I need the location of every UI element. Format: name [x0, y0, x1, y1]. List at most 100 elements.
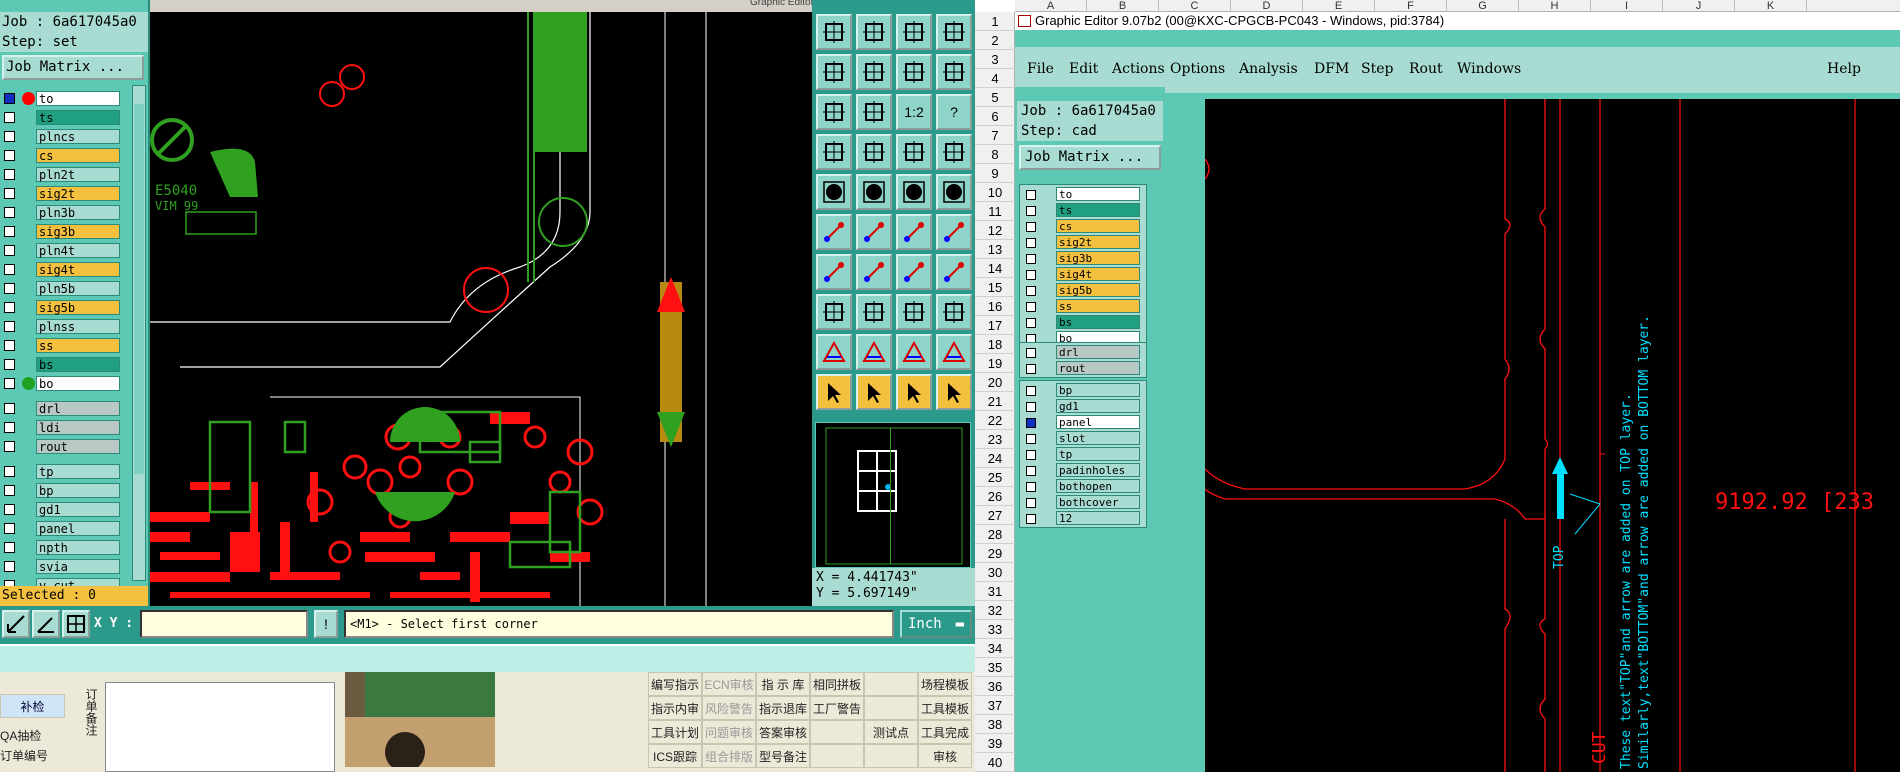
function-button[interactable]: 指示内审	[648, 696, 702, 720]
tool-net2-button[interactable]	[936, 134, 972, 170]
function-button[interactable]: 指示退库	[756, 696, 810, 720]
layer-checkbox[interactable]	[4, 226, 15, 237]
tool-select3-button[interactable]	[896, 374, 932, 410]
layer-row-pln2t[interactable]: pln2t	[2, 166, 120, 183]
layer-checkbox[interactable]	[4, 378, 15, 389]
row-header[interactable]: 25	[975, 468, 1015, 487]
recheck-button[interactable]: 补检	[0, 694, 65, 718]
tool-link-button[interactable]	[896, 214, 932, 250]
right-layer-row-12[interactable]: 12	[1022, 511, 1144, 526]
tool-select4-button[interactable]	[936, 374, 972, 410]
layer-checkbox[interactable]	[1026, 418, 1036, 428]
function-button[interactable]: 工具计划	[648, 720, 702, 744]
tool-move-to-button[interactable]	[856, 14, 892, 50]
tool-rotate-button[interactable]	[816, 134, 852, 170]
function-button[interactable]: 问题审核	[702, 720, 756, 744]
tool-slash-button[interactable]	[856, 254, 892, 290]
layer-checkbox[interactable]	[1026, 498, 1036, 508]
layer-checkbox[interactable]	[4, 112, 15, 123]
layer-checkbox[interactable]	[4, 169, 15, 180]
row-header[interactable]: 30	[975, 563, 1015, 582]
layer-checkbox[interactable]	[4, 150, 15, 161]
layer-checkbox[interactable]	[4, 359, 15, 370]
function-button[interactable]: 相同拼板	[810, 672, 864, 696]
layer-row-bp[interactable]: bp	[2, 482, 120, 499]
tool-undo-button[interactable]	[896, 254, 932, 290]
function-button[interactable]: 工厂警告	[810, 696, 864, 720]
row-header[interactable]: 35	[975, 658, 1015, 677]
tool-pad2-button[interactable]	[816, 294, 852, 330]
layer-row-sig2t[interactable]: sig2t	[2, 185, 120, 202]
layer-row-pln5b[interactable]: pln5b	[2, 280, 120, 297]
function-button[interactable]: 型号备注	[756, 744, 810, 768]
right-graphics-canvas[interactable]: TOP These text"TOP"and arrow are added o…	[1205, 99, 1900, 772]
layer-checkbox[interactable]	[4, 188, 15, 199]
menu-windows[interactable]: Windows	[1457, 61, 1521, 77]
right-layer-row-cs[interactable]: cs	[1022, 219, 1144, 234]
row-header[interactable]: 11	[975, 202, 1015, 221]
row-header[interactable]: 4	[975, 69, 1015, 88]
right-layer-row-bs[interactable]: bs	[1022, 315, 1144, 330]
row-header[interactable]: 5	[975, 88, 1015, 107]
row-header[interactable]: 31	[975, 582, 1015, 601]
right-layer-row-gd1[interactable]: gd1	[1022, 399, 1144, 414]
tool-move-button[interactable]	[816, 14, 852, 50]
function-button[interactable]: 测试点	[864, 720, 918, 744]
tool-tri3-button[interactable]	[896, 334, 932, 370]
tool-line-button[interactable]	[816, 254, 852, 290]
right-layer-row-bothcover[interactable]: bothcover	[1022, 495, 1144, 510]
layer-row-pln3b[interactable]: pln3b	[2, 204, 120, 221]
tool-ff-button[interactable]	[936, 254, 972, 290]
row-header[interactable]: 15	[975, 278, 1015, 297]
layer-checkbox[interactable]	[4, 131, 15, 142]
row-header[interactable]: 27	[975, 506, 1015, 525]
row-header[interactable]: 33	[975, 620, 1015, 639]
menu-actions[interactable]: Actions	[1112, 61, 1165, 77]
function-button[interactable]: 审核Nope	[918, 744, 972, 768]
layer-row-panel[interactable]: panel	[2, 520, 120, 537]
layer-checkbox[interactable]	[1026, 318, 1036, 328]
layer-row-ts[interactable]: ts	[2, 109, 120, 126]
menu-file[interactable]: File	[1027, 61, 1054, 77]
layer-row-pln4t[interactable]: pln4t	[2, 242, 120, 259]
function-button[interactable]: 答案审核	[756, 720, 810, 744]
row-header[interactable]: 29	[975, 544, 1015, 563]
right-job-matrix-button[interactable]: Job Matrix ...	[1019, 145, 1161, 170]
layer-checkbox[interactable]	[4, 485, 15, 496]
layer-row-cs[interactable]: cs	[2, 147, 120, 164]
function-button[interactable]: 风险警告	[702, 696, 756, 720]
layer-row-sig5b[interactable]: sig5b	[2, 299, 120, 316]
column-header[interactable]: I	[1591, 0, 1663, 12]
layer-row-drl[interactable]: drl	[2, 400, 120, 417]
row-header[interactable]: 7	[975, 126, 1015, 145]
row-header[interactable]: 38	[975, 715, 1015, 734]
layer-checkbox[interactable]	[4, 403, 15, 414]
right-layer-row-padinholes[interactable]: padinholes	[1022, 463, 1144, 478]
layer-checkbox[interactable]	[4, 264, 15, 275]
order-note-textarea[interactable]	[105, 682, 335, 772]
menu-step[interactable]: Step	[1361, 61, 1393, 77]
right-layer-row-to[interactable]: to	[1022, 187, 1144, 202]
tool-house-button[interactable]	[896, 14, 932, 50]
tool-scale-button[interactable]: 1:2	[896, 94, 932, 130]
tool-flip2-button[interactable]	[856, 54, 892, 90]
tool-step-button[interactable]	[936, 54, 972, 90]
tool-select2-button[interactable]	[856, 374, 892, 410]
layer-checkbox[interactable]	[4, 542, 15, 553]
info-button[interactable]: !	[314, 610, 338, 638]
row-header[interactable]: 8	[975, 145, 1015, 164]
layer-row-svia[interactable]: svia	[2, 558, 120, 575]
column-header[interactable]: H	[1519, 0, 1591, 12]
menu-rout[interactable]: Rout	[1409, 61, 1443, 77]
layer-checkbox[interactable]	[4, 302, 15, 313]
layer-row-plncs[interactable]: plncs	[2, 128, 120, 145]
layer-checkbox[interactable]	[1026, 254, 1036, 264]
tool-pad-button[interactable]	[816, 174, 852, 210]
layer-row-gd1[interactable]: gd1	[2, 501, 120, 518]
left-graphics-canvas[interactable]: E5040 VIM 99	[150, 12, 812, 608]
column-header[interactable]: C	[1159, 0, 1231, 12]
function-button[interactable]: 编写指示	[648, 672, 702, 696]
layer-row-sig3b[interactable]: sig3b	[2, 223, 120, 240]
column-header[interactable]: E	[1303, 0, 1375, 12]
layer-checkbox[interactable]	[1026, 386, 1036, 396]
